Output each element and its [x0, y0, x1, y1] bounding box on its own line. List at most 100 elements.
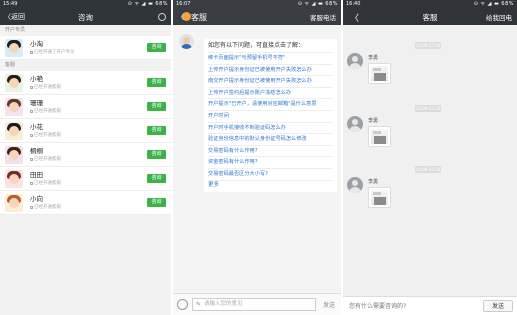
contact-row[interactable]: 田田 已经开通客服 咨询	[0, 167, 171, 191]
faq-link[interactable]: 上传开户签约后提示账户冻结怎么办	[208, 86, 333, 99]
contact-name: 桐桐	[30, 146, 43, 155]
contact-status: 已经开通客服	[34, 84, 61, 90]
contact-row[interactable]: 小艳 已经开通客服 咨询	[0, 71, 171, 95]
status-bar: 16:07 ⊙ ᯤ ◢ ▬ 68%	[173, 0, 341, 9]
send-button[interactable]: 发送	[483, 300, 513, 312]
avatar	[5, 73, 23, 92]
chat-area: 如您有以下问题，可直接点击了解： 绑卡页面提示"与预留手机号不符" 上传开户提示…	[173, 25, 341, 293]
faq-bubble: 如您有以下问题，可直接点击了解： 绑卡页面提示"与预留手机号不符" 上传开户提示…	[204, 39, 337, 192]
contact-list-screen: 15:49 ⊙ ᯤ ◢ ▬ 68% 〈返回 咨询 开户专员 小淘 已经开通了开户…	[0, 0, 171, 315]
faq-link[interactable]: 验证身份信息中的默认身份证号码怎么修改	[208, 133, 333, 145]
checkbox-icon	[30, 133, 33, 137]
checkbox-icon	[30, 181, 33, 185]
contact-status: 已经开通客服	[34, 108, 61, 114]
faq-link[interactable]: 开户时间	[208, 109, 333, 122]
service-chat-screen: 16:40 ⊙ ᯤ ◢ ▬ 68% 〈 客服 给我回电 16:09:15:58 …	[343, 0, 517, 315]
message-timestamp: 16:09:15:58	[415, 105, 441, 112]
contact-name: 小向	[30, 194, 43, 203]
image-message[interactable]	[368, 63, 391, 84]
avatar	[5, 38, 23, 57]
consult-button[interactable]: 咨询	[147, 150, 166, 159]
consult-button[interactable]: 咨询	[147, 102, 166, 111]
contact-status: 已经开通客服	[34, 204, 61, 210]
user-avatar	[347, 53, 363, 69]
image-message[interactable]	[368, 126, 391, 147]
avatar	[5, 97, 23, 116]
faq-link[interactable]: 资金密码有什么作用?	[208, 156, 333, 168]
contact-row[interactable]: 珊珊 已经开通客服 咨询	[0, 95, 171, 119]
callback-button[interactable]: 给我回电	[486, 12, 512, 22]
search-icon[interactable]	[158, 13, 166, 21]
more-link[interactable]: 更多	[208, 179, 333, 189]
faq-link[interactable]: 南交开户提示身份证已被使用开户失败怎么办	[208, 75, 333, 87]
input-placeholder: 请输入您的意见	[204, 301, 243, 307]
section-header-service: 客服	[0, 60, 171, 71]
nav-bar: 〈返回 咨询	[0, 9, 171, 25]
user-avatar	[347, 116, 363, 132]
emoji-icon[interactable]	[177, 299, 188, 310]
checkbox-icon	[30, 50, 33, 54]
back-button[interactable]: 〈返回	[0, 12, 25, 22]
back-button[interactable]: 〈	[343, 11, 359, 24]
status-bar: 15:49 ⊙ ᯤ ◢ ▬ 68%	[0, 0, 171, 9]
user-name: 李勇	[368, 118, 379, 124]
contact-name: 小艳	[30, 74, 43, 83]
avatar	[5, 121, 23, 140]
nav-bar: 〈 客服 给我回电	[343, 9, 517, 25]
user-avatar	[347, 177, 363, 193]
section-header-account-specialist: 开户专员	[0, 25, 171, 36]
input-bar: 您有什么需要咨询的? 发送	[343, 296, 517, 315]
faq-link[interactable]: 上传开户提示身份证已被使用开户失败怎么办	[208, 63, 333, 76]
contact-name: 田田	[30, 170, 43, 179]
checkbox-icon	[30, 109, 33, 113]
feedback-input[interactable]: ✎ 请输入您的意见	[192, 298, 316, 311]
faq-link[interactable]: 开户提示"已开户，请使用对应邮箱"是什么意思	[208, 98, 333, 110]
message-timestamp: 16:09:15:58	[415, 166, 441, 173]
user-name: 李勇	[368, 179, 379, 185]
contact-row[interactable]: 小向 已经开通客服 咨询	[0, 191, 171, 215]
contact-status: 已经开通了开户专员	[34, 49, 75, 55]
status-time: 16:40	[346, 1, 361, 7]
send-button[interactable]: 发送	[321, 300, 337, 309]
consult-button[interactable]: 咨询	[147, 174, 166, 183]
page-title: 咨询	[78, 12, 93, 22]
status-time: 16:07	[176, 1, 191, 7]
contact-row[interactable]: 小花 已经开通客服 咨询	[0, 119, 171, 143]
avatar	[5, 145, 23, 164]
contact-status: 已经开通客服	[34, 180, 61, 186]
contact-name: 小花	[30, 122, 43, 131]
image-message[interactable]	[368, 187, 391, 208]
contact-name: 珊珊	[30, 98, 43, 107]
faq-link[interactable]: 交易密码最否区分大小写?	[208, 167, 333, 180]
contact-status: 已经开通客服	[34, 132, 61, 138]
input-bar: ✎ 请输入您的意见 发送	[173, 293, 341, 315]
avatar	[5, 169, 23, 188]
contact-name: 小淘	[30, 39, 43, 48]
consult-button[interactable]: 咨询	[147, 78, 166, 87]
message-input[interactable]: 您有什么需要咨询的?	[347, 300, 483, 313]
contact-row[interactable]: 桐桐 已经开通客服 咨询	[0, 143, 171, 167]
contact-row[interactable]: 小淘 已经开通了开户专员 咨询	[0, 36, 171, 60]
back-button[interactable]: 〈	[173, 12, 184, 22]
pencil-icon: ✎	[196, 301, 202, 308]
faq-link[interactable]: 开户时手机接收不到验证码怎么办	[208, 121, 333, 134]
status-icons: ⊙ ᯤ ◢ ▬ 68%	[297, 1, 338, 7]
checkbox-icon	[30, 157, 33, 161]
contact-status: 已经开通客服	[34, 156, 61, 162]
status-icons: ⊙ ᯤ ◢ ▬ 68%	[473, 1, 514, 7]
consult-button[interactable]: 咨询	[147, 198, 166, 207]
avatar	[5, 193, 23, 212]
nav-bar: 〈 客服 客服电话	[173, 9, 341, 25]
checkbox-icon	[30, 85, 33, 89]
consult-button[interactable]: 咨询	[147, 43, 166, 52]
checkbox-icon	[30, 205, 33, 209]
user-name: 李勇	[368, 55, 379, 61]
status-icons: ⊙ ᯤ ◢ ▬ 68%	[127, 1, 168, 7]
consult-button[interactable]: 咨询	[147, 126, 166, 135]
service-phone-button[interactable]: 客服电话	[310, 12, 336, 22]
message-timestamp: 16:09:15:58	[415, 42, 441, 49]
faq-link[interactable]: 绑卡页面提示"与预留手机号不符"	[208, 52, 333, 64]
faq-intro: 如您有以下问题，可直接点击了解：	[208, 42, 305, 49]
faq-link[interactable]: 交易密码有什么作用?	[208, 144, 333, 157]
status-bar: 16:40 ⊙ ᯤ ◢ ▬ 68%	[343, 0, 517, 9]
